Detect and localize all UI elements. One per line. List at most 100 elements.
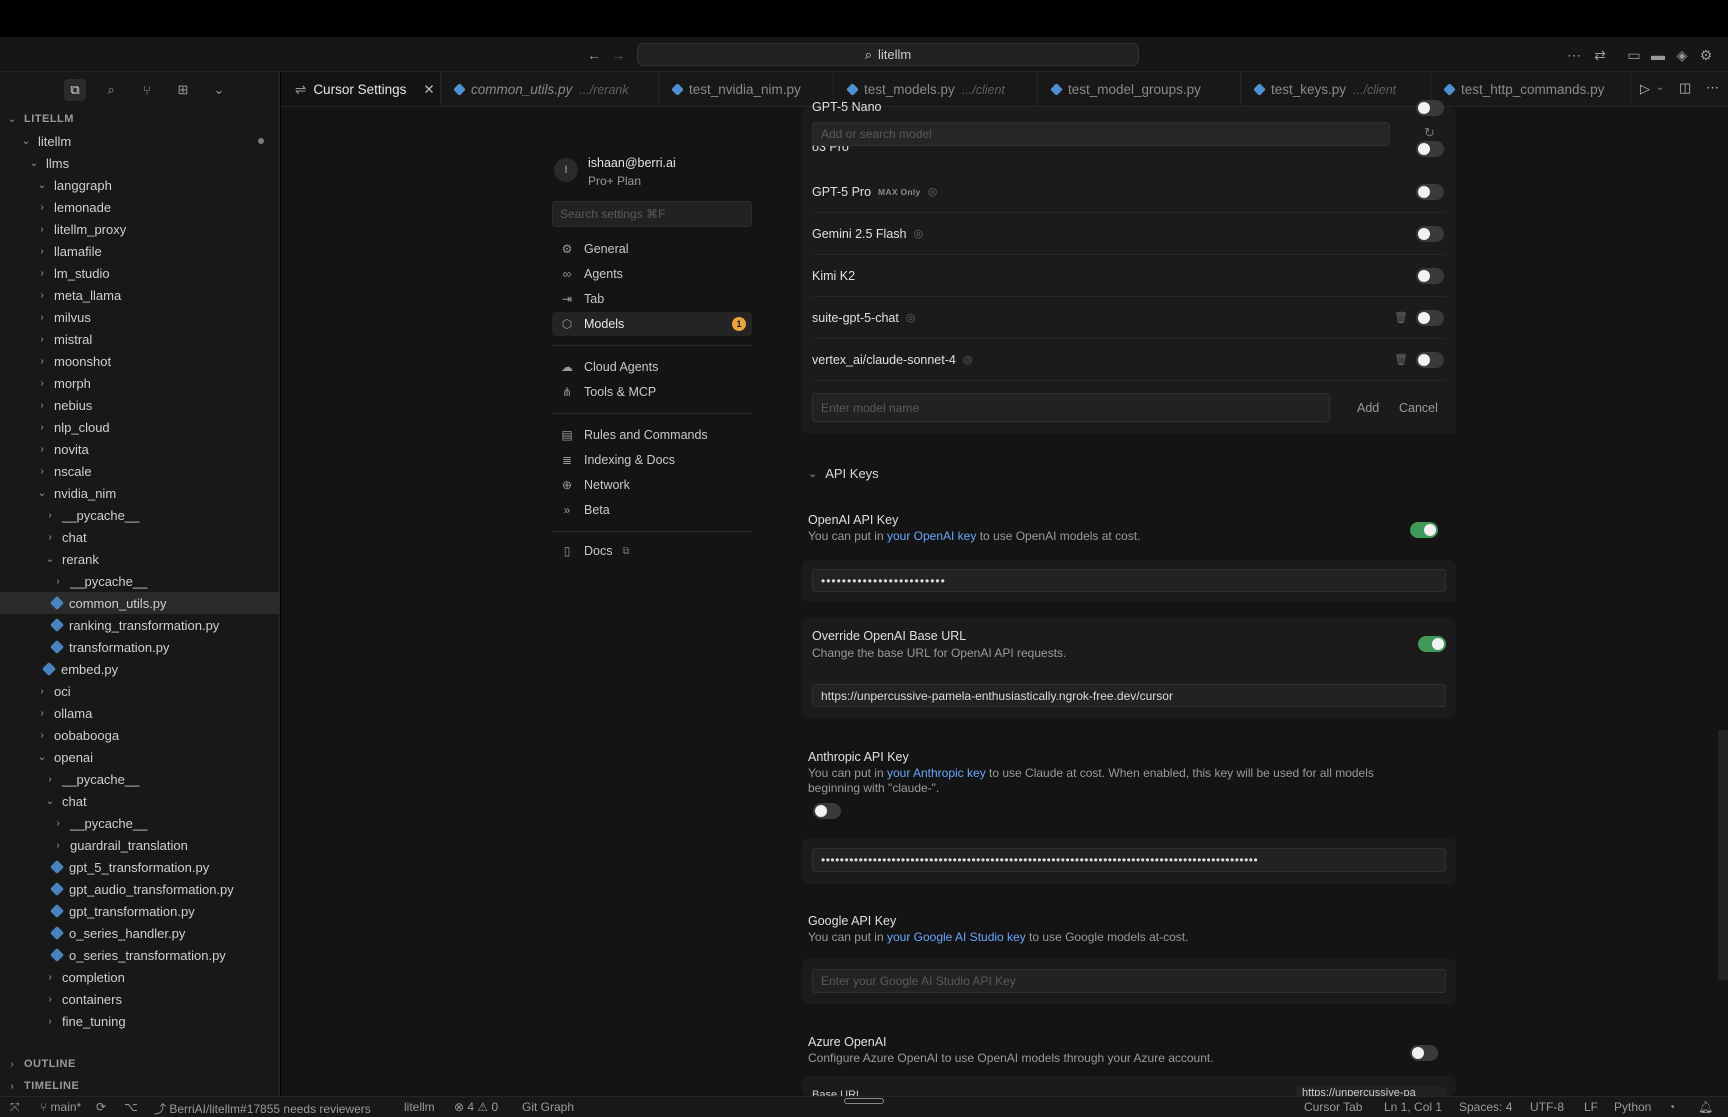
override-base-url-toggle[interactable] bbox=[1418, 636, 1446, 652]
tree-file-item[interactable]: ranking_transformation.py bbox=[0, 614, 279, 636]
forward-arrow-icon[interactable]: → bbox=[608, 45, 628, 65]
anthropic-key-input[interactable]: ••••••••••••••••••••••••••••••••••••••••… bbox=[812, 848, 1446, 872]
workspace-section-header[interactable]: ⌄ LITELLM bbox=[0, 108, 279, 130]
tree-folder-item[interactable]: › nlp_cloud bbox=[0, 416, 279, 438]
git-graph-button[interactable]: Git Graph bbox=[522, 1100, 574, 1114]
git-icon[interactable]: ⌥ bbox=[124, 1100, 138, 1114]
search-icon[interactable]: ⌕ bbox=[100, 79, 122, 101]
add-model-button[interactable]: Add bbox=[1357, 401, 1379, 415]
language-mode[interactable]: Python bbox=[1614, 1100, 1651, 1114]
tree-folder-item[interactable]: › nscale bbox=[0, 460, 279, 482]
extensions-icon[interactable]: ⊞ bbox=[172, 79, 194, 101]
tree-folder-item[interactable]: ⌄ llms bbox=[0, 152, 279, 174]
azure-base-url-input[interactable]: https://unpercussive-pa bbox=[1296, 1087, 1446, 1096]
tree-folder-item[interactable]: › __pycache__ bbox=[0, 768, 279, 790]
override-base-url-input[interactable]: https://unpercussive-pamela-enthusiastic… bbox=[812, 684, 1446, 707]
model-toggle[interactable] bbox=[1416, 268, 1444, 284]
sync-icon[interactable]: ⟳ bbox=[96, 1100, 106, 1114]
nav-indexing-docs[interactable]: ≣ Indexing & Docs bbox=[552, 448, 752, 472]
split-editor-icon[interactable]: ◫ bbox=[1679, 80, 1691, 96]
tab-cursor-settings[interactable]: ⇌ Cursor Settings ✕ bbox=[281, 72, 441, 106]
outline-section[interactable]: › OUTLINE bbox=[0, 1053, 279, 1075]
chevron-down-icon[interactable]: ⌄ bbox=[208, 79, 230, 101]
nav-agents[interactable]: ∞ Agents bbox=[552, 262, 752, 286]
sync-icon[interactable]: ⇄ bbox=[1590, 45, 1610, 65]
line-ending[interactable]: LF bbox=[1584, 1100, 1598, 1114]
run-icon[interactable]: ▷ bbox=[1640, 81, 1650, 97]
tree-file-item[interactable]: transformation.py bbox=[0, 636, 279, 658]
cursor-position[interactable]: Ln 1, Col 1 bbox=[1384, 1100, 1442, 1114]
tree-file-item[interactable]: embed.py bbox=[0, 658, 279, 680]
nav-models[interactable]: ⬡ Models 1 bbox=[552, 312, 752, 336]
nav-rules-commands[interactable]: ▤ Rules and Commands bbox=[552, 423, 752, 447]
tab-test-keys[interactable]: test_keys.py .../client bbox=[1241, 72, 1431, 106]
nav-cloud-agents[interactable]: ☁ Cloud Agents bbox=[552, 355, 752, 379]
repo-label[interactable]: litellm bbox=[404, 1100, 435, 1114]
tree-folder-item[interactable]: › chat bbox=[0, 526, 279, 548]
chevron-down-icon[interactable]: ⌄ bbox=[1656, 82, 1664, 93]
model-toggle[interactable] bbox=[1416, 184, 1444, 200]
tree-folder-item[interactable]: › novita bbox=[0, 438, 279, 460]
copilot-icon[interactable]: ◔ bbox=[1668, 1100, 1675, 1114]
problems-indicator[interactable]: ⊗ 4 ⚠ 0 bbox=[454, 1100, 498, 1114]
settings-search-input[interactable]: Search settings ⌘F bbox=[552, 201, 752, 227]
tree-file-item[interactable]: gpt_audio_transformation.py bbox=[0, 878, 279, 900]
encoding[interactable]: UTF-8 bbox=[1530, 1100, 1564, 1114]
tree-folder-item[interactable]: › milvus bbox=[0, 306, 279, 328]
tree-folder-item[interactable]: ⌄ langgraph bbox=[0, 174, 279, 196]
settings-gear-icon[interactable]: ⚙ bbox=[1696, 45, 1716, 65]
indentation[interactable]: Spaces: 4 bbox=[1459, 1100, 1512, 1114]
timeline-section[interactable]: › TIMELINE bbox=[0, 1075, 279, 1096]
more-icon[interactable]: ⋯ bbox=[1706, 80, 1719, 96]
tree-file-item[interactable]: common_utils.py bbox=[0, 592, 279, 614]
openai-key-toggle[interactable] bbox=[1410, 522, 1438, 538]
azure-openai-toggle[interactable] bbox=[1410, 1045, 1438, 1061]
tree-folder-item[interactable]: ⌄ nvidia_nim bbox=[0, 482, 279, 504]
tree-folder-item[interactable]: › lemonade bbox=[0, 196, 279, 218]
pull-request-status[interactable]: ⤴ BerriAI/litellm#17855 needs reviewers bbox=[154, 1100, 371, 1117]
tab-test-nvidia-nim[interactable]: test_nvidia_nim.py bbox=[659, 72, 834, 106]
nav-general[interactable]: ⚙ General bbox=[552, 237, 752, 261]
tree-folder-item[interactable]: › nebius bbox=[0, 394, 279, 416]
add-search-model-input[interactable]: Add or search model bbox=[812, 122, 1390, 146]
close-icon[interactable]: ✕ bbox=[423, 82, 434, 98]
files-icon[interactable]: ⧉ bbox=[64, 79, 86, 101]
model-toggle-o3-pro[interactable] bbox=[1416, 141, 1444, 157]
cancel-button[interactable]: Cancel bbox=[1399, 401, 1438, 415]
model-toggle[interactable] bbox=[1416, 226, 1444, 242]
source-control-icon[interactable]: ⑂ bbox=[136, 79, 158, 101]
more-icon[interactable]: ⋯ bbox=[1564, 45, 1584, 65]
tree-folder-item[interactable]: › containers bbox=[0, 988, 279, 1010]
tree-folder-item[interactable]: ⌄ chat bbox=[0, 790, 279, 812]
tree-folder-item[interactable]: › morph bbox=[0, 372, 279, 394]
cursor-tab-status[interactable]: Cursor Tab bbox=[1304, 1100, 1362, 1114]
command-center-search[interactable]: ⌕ litellm bbox=[637, 43, 1139, 66]
tab-common-utils[interactable]: common_utils.py .../rerank bbox=[441, 72, 659, 106]
tree-folder-item[interactable]: › fine_tuning bbox=[0, 1010, 279, 1032]
notifications-icon[interactable]: 🔔︎ bbox=[1698, 1100, 1713, 1114]
tree-folder-item[interactable]: › litellm_proxy bbox=[0, 218, 279, 240]
tree-folder-item[interactable]: ⌄ rerank bbox=[0, 548, 279, 570]
back-arrow-icon[interactable]: ← bbox=[584, 45, 604, 65]
tree-folder-item[interactable]: › oobabooga bbox=[0, 724, 279, 746]
trash-icon[interactable]: 🗑︎ bbox=[1394, 353, 1408, 366]
tree-folder-item[interactable]: › completion bbox=[0, 966, 279, 988]
tree-folder-item[interactable]: › moonshot bbox=[0, 350, 279, 372]
anthropic-key-link[interactable]: your Anthropic key bbox=[887, 766, 986, 780]
tree-file-item[interactable]: o_series_transformation.py bbox=[0, 944, 279, 966]
api-keys-section-header[interactable]: ⌄ API Keys bbox=[808, 466, 879, 481]
refresh-icon[interactable]: ↻ bbox=[1424, 125, 1435, 141]
editor-scrollbar[interactable] bbox=[1718, 730, 1728, 980]
tree-folder-item[interactable]: › __pycache__ bbox=[0, 812, 279, 834]
sidebar-toggle-icon[interactable]: ▭ bbox=[1624, 45, 1644, 65]
model-toggle[interactable] bbox=[1416, 310, 1444, 326]
anthropic-key-toggle[interactable] bbox=[813, 803, 841, 819]
google-key-link[interactable]: your Google AI Studio key bbox=[887, 930, 1026, 944]
model-toggle[interactable] bbox=[1416, 352, 1444, 368]
tree-folder-item[interactable]: › mistral bbox=[0, 328, 279, 350]
drag-handle[interactable] bbox=[844, 1098, 884, 1104]
nav-tab[interactable]: ⇥ Tab bbox=[552, 287, 752, 311]
tree-folder-item[interactable]: › guardrail_translation bbox=[0, 834, 279, 856]
model-name-input[interactable]: Enter model name bbox=[812, 393, 1330, 422]
model-toggle-gpt-5-nano[interactable] bbox=[1416, 100, 1444, 116]
